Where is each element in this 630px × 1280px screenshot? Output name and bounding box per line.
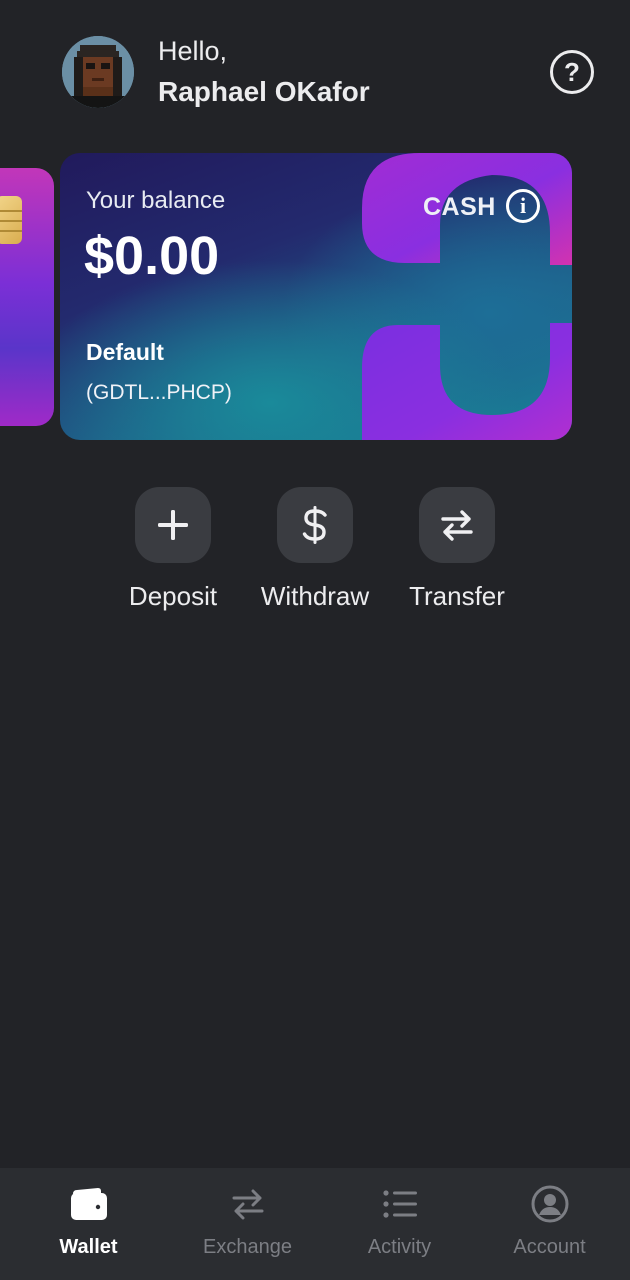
wallet-icon	[70, 1188, 107, 1220]
greeting-text: Hello,	[158, 36, 228, 66]
balance-amount: $0.00	[84, 226, 220, 286]
transfer-button[interactable]: Transfer	[382, 487, 532, 612]
bottom-nav: Wallet Exchange Activity Account	[0, 1168, 630, 1280]
user-name: Raphael OKafor	[158, 76, 370, 107]
nav-label-activity: Activity	[367, 1236, 432, 1258]
balance-label: Your balance	[86, 187, 226, 214]
help-icon[interactable]: ?	[550, 50, 594, 94]
plus-icon	[158, 510, 188, 540]
exchange-icon	[232, 1189, 263, 1220]
deposit-button[interactable]: Deposit	[98, 487, 248, 612]
card-type-label: CASH	[423, 193, 496, 221]
nav-item-activity[interactable]: Activity	[321, 1168, 478, 1280]
account-name: Default	[86, 339, 164, 365]
deposit-label: Deposit	[128, 581, 218, 611]
pixel-avatar-icon	[62, 36, 134, 108]
account-address: (GDTL...PHCP)	[86, 381, 232, 404]
list-icon	[382, 1190, 417, 1218]
previous-card[interactable]	[0, 168, 54, 426]
header: Hello, Raphael OKafor ?	[0, 0, 630, 140]
nav-item-account[interactable]: Account	[471, 1168, 628, 1280]
nav-label-account: Account	[513, 1236, 586, 1258]
account-icon	[531, 1185, 568, 1223]
info-icon[interactable]: i	[506, 189, 540, 223]
nav-label-exchange: Exchange	[203, 1236, 292, 1258]
avatar[interactable]	[62, 36, 134, 108]
nav-item-wallet[interactable]: Wallet	[10, 1168, 167, 1280]
withdraw-button[interactable]: Withdraw	[240, 487, 390, 612]
transfer-label: Transfer	[409, 581, 505, 611]
dollar-icon	[302, 506, 327, 544]
withdraw-label: Withdraw	[260, 581, 370, 611]
nav-label-wallet: Wallet	[59, 1236, 118, 1258]
nav-item-exchange[interactable]: Exchange	[169, 1168, 326, 1280]
transfer-arrows-icon	[441, 510, 473, 541]
balance-card[interactable]: Your balance $0.00 CASH i Default (GDTL.…	[60, 153, 572, 440]
